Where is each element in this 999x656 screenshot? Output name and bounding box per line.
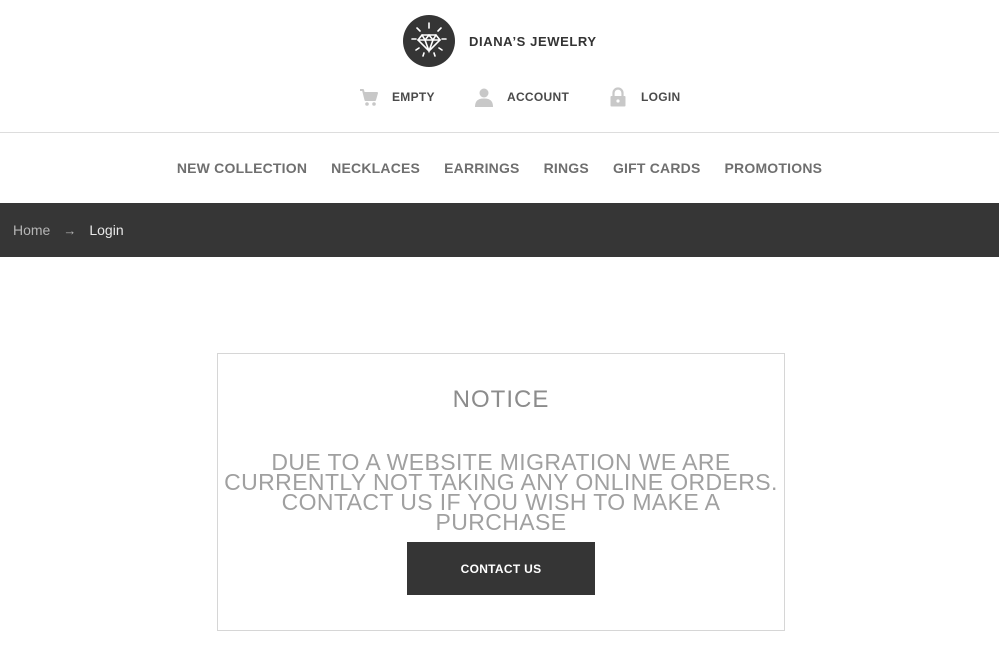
- utility-nav: EMPTY ACCOUNT LOGIN: [0, 86, 999, 108]
- breadcrumb-home-link[interactable]: Home: [13, 222, 50, 238]
- notice-message: DUE TO A WEBSITE MIGRATION WE ARE CURREN…: [224, 449, 778, 535]
- breadcrumb-current: Login: [89, 222, 124, 238]
- cart-icon: [359, 87, 379, 107]
- lock-icon: [608, 87, 628, 107]
- nav-earrings[interactable]: EARRINGS: [444, 158, 520, 178]
- nav-necklaces[interactable]: NECKLACES: [331, 158, 420, 178]
- cart-link[interactable]: EMPTY: [359, 86, 435, 108]
- main-nav: NEW COLLECTION NECKLACES EARRINGS RINGS …: [0, 158, 999, 178]
- login-label: LOGIN: [641, 90, 681, 104]
- account-label: ACCOUNT: [507, 90, 570, 104]
- brand-name: DIANA’S JEWELRY: [469, 33, 597, 49]
- nav-promotions[interactable]: PROMOTIONS: [725, 158, 823, 178]
- brand-logo-link[interactable]: DIANA’S JEWELRY: [403, 15, 597, 67]
- user-icon: [474, 87, 494, 107]
- contact-us-button[interactable]: CONTACT US: [407, 542, 595, 595]
- account-link[interactable]: ACCOUNT: [474, 86, 569, 108]
- notice-title: NOTICE: [452, 386, 550, 413]
- nav-new-collection[interactable]: NEW COLLECTION: [177, 158, 307, 178]
- nav-gift-cards[interactable]: GIFT CARDS: [613, 158, 701, 178]
- cart-label: EMPTY: [392, 90, 435, 104]
- notice-box: NOTICE DUE TO A WEBSITE MIGRATION WE ARE…: [217, 353, 785, 631]
- login-link[interactable]: LOGIN: [608, 86, 681, 108]
- nav-rings[interactable]: RINGS: [544, 158, 589, 178]
- breadcrumb-separator: →: [63, 222, 77, 238]
- header-divider: [0, 132, 999, 133]
- breadcrumb: Home → Login: [0, 203, 999, 257]
- diamond-icon: [403, 15, 455, 67]
